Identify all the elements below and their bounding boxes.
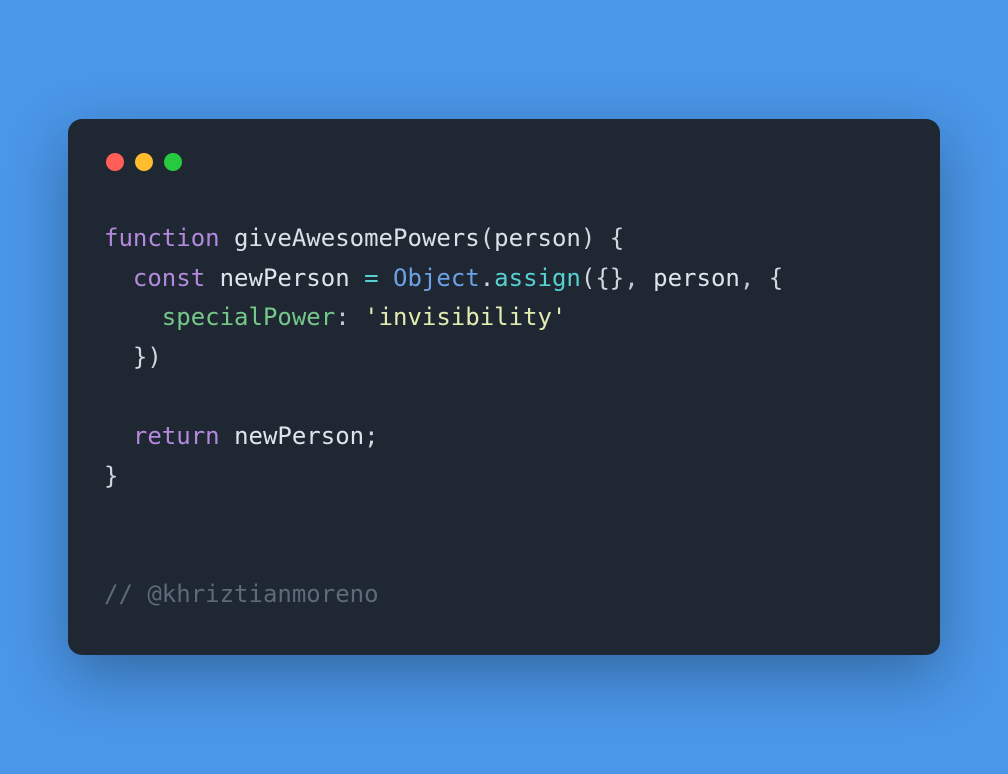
code-token: ): [581, 224, 595, 252]
code-token: {: [769, 264, 783, 292]
code-token: newPerson: [234, 422, 364, 450]
code-token: {: [610, 224, 624, 252]
code-token: assign: [494, 264, 581, 292]
code-line: }: [104, 457, 904, 497]
code-token: 'invisibility': [364, 303, 566, 331]
code-token: }: [104, 462, 118, 490]
code-token: [104, 422, 133, 450]
code-token: ,: [740, 264, 769, 292]
code-block: function giveAwesomePowers(person) { con…: [104, 219, 904, 615]
code-token: [220, 224, 234, 252]
code-token: [350, 264, 364, 292]
code-line: const newPerson = Object.assign({}, pers…: [104, 259, 904, 299]
code-token: ,: [624, 264, 653, 292]
window-maximize-button[interactable]: [164, 153, 182, 171]
window-close-button[interactable]: [106, 153, 124, 171]
code-line: [104, 536, 904, 576]
code-token: [379, 264, 393, 292]
code-token: [595, 224, 609, 252]
code-line: [104, 377, 904, 417]
code-token: }: [133, 343, 147, 371]
traffic-lights: [106, 153, 904, 171]
code-token: [205, 264, 219, 292]
code-token: [104, 303, 162, 331]
code-token: function: [104, 224, 220, 252]
code-token: [104, 264, 133, 292]
code-token: =: [364, 264, 378, 292]
code-token: ;: [364, 422, 378, 450]
code-token: [104, 501, 118, 529]
code-token: const: [133, 264, 205, 292]
code-token: giveAwesomePowers: [234, 224, 480, 252]
code-token: [104, 343, 133, 371]
code-token: Object: [393, 264, 480, 292]
code-line: [104, 496, 904, 536]
code-token: newPerson: [220, 264, 350, 292]
code-token: return: [133, 422, 220, 450]
code-line: // @khriztianmoreno: [104, 575, 904, 615]
code-line: return newPerson;: [104, 417, 904, 457]
code-token: // @khriztianmoreno: [104, 580, 379, 608]
code-token: person: [653, 264, 740, 292]
code-window: function giveAwesomePowers(person) { con…: [68, 119, 940, 655]
code-token: [220, 422, 234, 450]
window-minimize-button[interactable]: [135, 153, 153, 171]
code-token: :: [335, 303, 364, 331]
code-token: {}: [595, 264, 624, 292]
code-line: specialPower: 'invisibility': [104, 298, 904, 338]
code-token: (: [581, 264, 595, 292]
code-line: }): [104, 338, 904, 378]
code-token: person: [494, 224, 581, 252]
code-token: specialPower: [162, 303, 335, 331]
code-token: (: [480, 224, 494, 252]
code-token: [104, 382, 118, 410]
code-token: ): [147, 343, 161, 371]
code-token: .: [480, 264, 494, 292]
code-token: [104, 541, 118, 569]
code-line: function giveAwesomePowers(person) {: [104, 219, 904, 259]
